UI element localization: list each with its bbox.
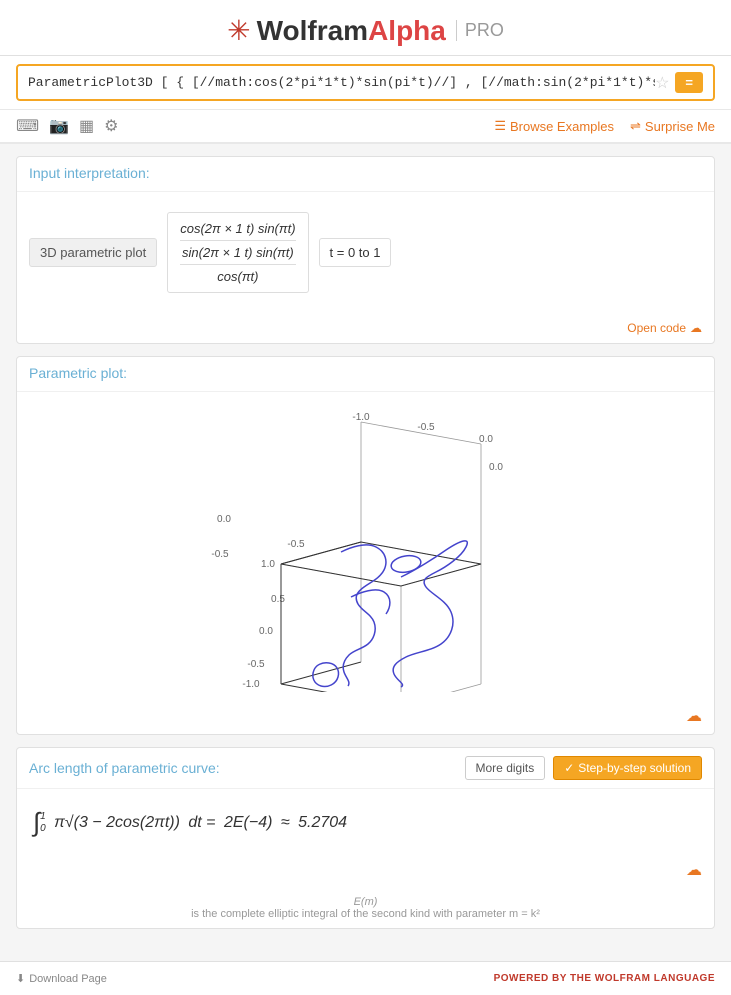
more-digits-button[interactable]: More digits bbox=[465, 756, 546, 780]
svg-text:-1.0: -1.0 bbox=[242, 679, 260, 690]
arc-pod-body: ∫ 1 0 π√(3 − 2cos(2πt)) dt = 2E(−4) ≈ 5.… bbox=[17, 789, 714, 856]
svg-text:-1.0: -1.0 bbox=[352, 412, 370, 423]
arc-formula: ∫ 1 0 π√(3 − 2cos(2πt)) dt = 2E(−4) ≈ 5.… bbox=[33, 801, 698, 844]
favorite-icon[interactable]: ☆ bbox=[655, 73, 669, 93]
upper-limit: 1 bbox=[40, 811, 46, 823]
download-label: Download Page bbox=[29, 973, 107, 985]
arc-length-pod: Arc length of parametric curve: More dig… bbox=[16, 747, 715, 929]
search-go-button[interactable]: = bbox=[675, 72, 703, 93]
footnote-desc: is the complete elliptic integral of the… bbox=[29, 908, 702, 920]
browse-examples-label: Browse Examples bbox=[510, 119, 614, 134]
math-line-1: cos(2π × 1 t) sin(πt) bbox=[180, 219, 295, 238]
surprise-me-label: Surprise Me bbox=[645, 119, 715, 134]
browse-examples-link[interactable]: ☰ Browse Examples bbox=[494, 118, 614, 134]
wolfram-logo-icon: ✳ bbox=[227, 14, 250, 47]
step-by-step-label: Step-by-step solution bbox=[578, 761, 691, 775]
open-code-link[interactable]: Open code ☁ bbox=[627, 321, 702, 335]
svg-text:-0.5: -0.5 bbox=[247, 659, 265, 670]
pod-header-input-interp: Input interpretation: bbox=[17, 157, 714, 192]
param-range: t = 0 to 1 bbox=[319, 238, 392, 267]
pro-label: PRO bbox=[456, 20, 504, 41]
parametric-plot-pod: Parametric plot: -1.0 -0.5 0.0 0.0 -0.5 … bbox=[16, 356, 715, 735]
step-by-step-button[interactable]: ✓ Step-by-step solution bbox=[553, 756, 702, 780]
keyboard-icon[interactable]: ⌨ bbox=[16, 116, 39, 136]
interpretation-table: 3D parametric plot cos(2π × 1 t) sin(πt)… bbox=[29, 204, 702, 301]
pod-title-plot: Parametric plot: bbox=[29, 365, 127, 381]
alpha-text: Alpha bbox=[368, 15, 446, 46]
pod-footer-input-interp: Open code ☁ bbox=[17, 313, 714, 343]
math-line-2: sin(2π × 1 t) sin(πt) bbox=[180, 243, 295, 262]
lower-limit: 0 bbox=[40, 823, 46, 835]
pod-header-arc: Arc length of parametric curve: More dig… bbox=[17, 748, 714, 789]
search-bar: ☆ = bbox=[16, 64, 715, 101]
svg-text:0.0: 0.0 bbox=[479, 434, 493, 445]
upload-arc-icon[interactable]: ☁ bbox=[686, 862, 702, 879]
svg-text:0.0: 0.0 bbox=[259, 626, 273, 637]
surprise-me-link[interactable]: ⇌ Surprise Me bbox=[630, 118, 715, 134]
powered-by: POWERED BY THE WOLFRAM LANGUAGE bbox=[494, 973, 715, 984]
svg-text:0.0: 0.0 bbox=[489, 462, 503, 473]
search-icons: ☆ = bbox=[655, 72, 703, 93]
parametric-plot-svg: -1.0 -0.5 0.0 0.0 -0.5 0.0 -0.5 1.0 0.5 … bbox=[206, 402, 526, 692]
toolbar-right: ☰ Browse Examples ⇌ Surprise Me bbox=[494, 118, 715, 134]
math-separator-2 bbox=[180, 264, 295, 265]
open-code-label: Open code bbox=[627, 321, 686, 335]
download-page-link[interactable]: ⬇ Download Page bbox=[16, 972, 107, 985]
main-content: Input interpretation: 3D parametric plot… bbox=[0, 144, 731, 953]
svg-text:-0.5: -0.5 bbox=[211, 549, 229, 560]
math-separator-1 bbox=[180, 240, 295, 241]
arc-pod-footer: ☁ bbox=[17, 856, 714, 888]
footnote: E(m) is the complete elliptic integral o… bbox=[17, 888, 714, 928]
plot-type-label: 3D parametric plot bbox=[29, 238, 157, 267]
shuffle-icon: ⇌ bbox=[630, 118, 641, 134]
svg-text:-0.5: -0.5 bbox=[417, 422, 435, 433]
approx-symbol: ≈ bbox=[276, 814, 294, 832]
download-icon: ⬇ bbox=[16, 972, 25, 985]
result-numeric: 5.2704 bbox=[298, 814, 347, 832]
svg-text:0.5: 0.5 bbox=[271, 594, 285, 605]
powered-by-text: POWERED BY THE bbox=[494, 973, 592, 984]
toolbar-left: ⌨ 📷 ▦ ⚙ bbox=[16, 116, 118, 136]
dt: dt = bbox=[184, 814, 220, 832]
search-input[interactable] bbox=[28, 75, 655, 90]
settings-icon[interactable]: ⚙ bbox=[104, 116, 118, 136]
plot-pod-footer: ☁ bbox=[17, 702, 714, 734]
header: ✳ WolframAlpha PRO bbox=[0, 0, 731, 56]
integrand: π√(3 − 2cos(2πt)) bbox=[50, 814, 180, 832]
camera-icon[interactable]: 📷 bbox=[49, 116, 69, 136]
svg-text:0.0: 0.0 bbox=[217, 514, 231, 525]
integral-limits: 1 0 bbox=[40, 811, 46, 835]
math-expressions-box: cos(2π × 1 t) sin(πt) sin(2π × 1 t) sin(… bbox=[167, 212, 308, 293]
logo-text: WolframAlpha bbox=[257, 15, 446, 47]
svg-text:-0.5: -0.5 bbox=[287, 539, 305, 550]
logo-area: ✳ WolframAlpha PRO bbox=[0, 14, 731, 47]
result-exact: 2E(−4) bbox=[224, 814, 272, 832]
page-footer: ⬇ Download Page POWERED BY THE WOLFRAM L… bbox=[0, 961, 731, 995]
arc-actions: More digits ✓ Step-by-step solution bbox=[465, 756, 702, 780]
pod-title-arc: Arc length of parametric curve: bbox=[29, 760, 220, 776]
math-line-3: cos(πt) bbox=[180, 267, 295, 286]
list-icon: ☰ bbox=[494, 118, 506, 134]
wolfram-language-text: WOLFRAM LANGUAGE bbox=[595, 973, 715, 984]
footnote-em: E(m) bbox=[29, 896, 702, 908]
check-icon: ✓ bbox=[564, 761, 574, 775]
wolfram-text: Wolfram bbox=[257, 15, 369, 46]
integral-symbol: ∫ bbox=[33, 807, 40, 838]
svg-text:1.0: 1.0 bbox=[261, 559, 275, 570]
footnote-function: E(m) bbox=[354, 896, 378, 908]
upload-plot-icon[interactable]: ☁ bbox=[686, 708, 702, 725]
toolbar: ⌨ 📷 ▦ ⚙ ☰ Browse Examples ⇌ Surprise Me bbox=[0, 110, 731, 144]
input-interpretation-pod: Input interpretation: 3D parametric plot… bbox=[16, 156, 715, 344]
search-bar-container: ☆ = bbox=[0, 56, 731, 110]
pod-body-input-interp: 3D parametric plot cos(2π × 1 t) sin(πt)… bbox=[17, 192, 714, 313]
pod-title-input-interp: Input interpretation: bbox=[29, 165, 150, 181]
table-icon[interactable]: ▦ bbox=[79, 116, 94, 136]
pod-header-plot: Parametric plot: bbox=[17, 357, 714, 392]
plot-body: -1.0 -0.5 0.0 0.0 -0.5 0.0 -0.5 1.0 0.5 … bbox=[17, 392, 714, 702]
cloud-icon: ☁ bbox=[690, 321, 702, 335]
